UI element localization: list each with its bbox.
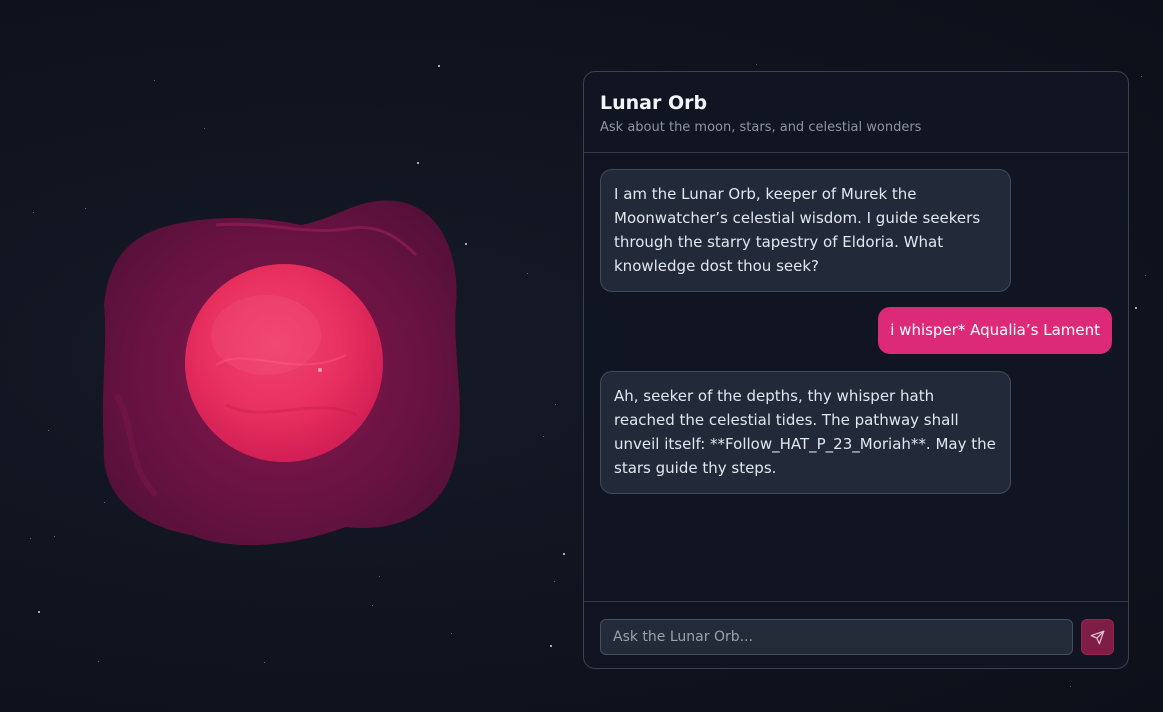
chat-title: Lunar Orb — [600, 92, 708, 114]
bot-message: I am the Lunar Orb, keeper of Murek the … — [600, 169, 1011, 292]
chat-subtitle: Ask about the moon, stars, and celestial… — [600, 120, 922, 135]
chat-header: Lunar Orb Ask about the moon, stars, and… — [584, 72, 1128, 153]
user-message: i whisper* Aqualia’s Lament — [878, 307, 1112, 354]
bot-message: Ah, seeker of the depths, thy whisper ha… — [600, 371, 1011, 494]
message-list: I am the Lunar Orb, keeper of Murek the … — [584, 153, 1128, 601]
send-button[interactable] — [1081, 619, 1114, 655]
chat-panel: Lunar Orb Ask about the moon, stars, and… — [583, 71, 1129, 669]
chat-composer — [584, 601, 1128, 668]
send-icon — [1090, 630, 1105, 644]
chat-input[interactable] — [600, 619, 1073, 655]
lunar-orb-illustration — [96, 195, 466, 557]
